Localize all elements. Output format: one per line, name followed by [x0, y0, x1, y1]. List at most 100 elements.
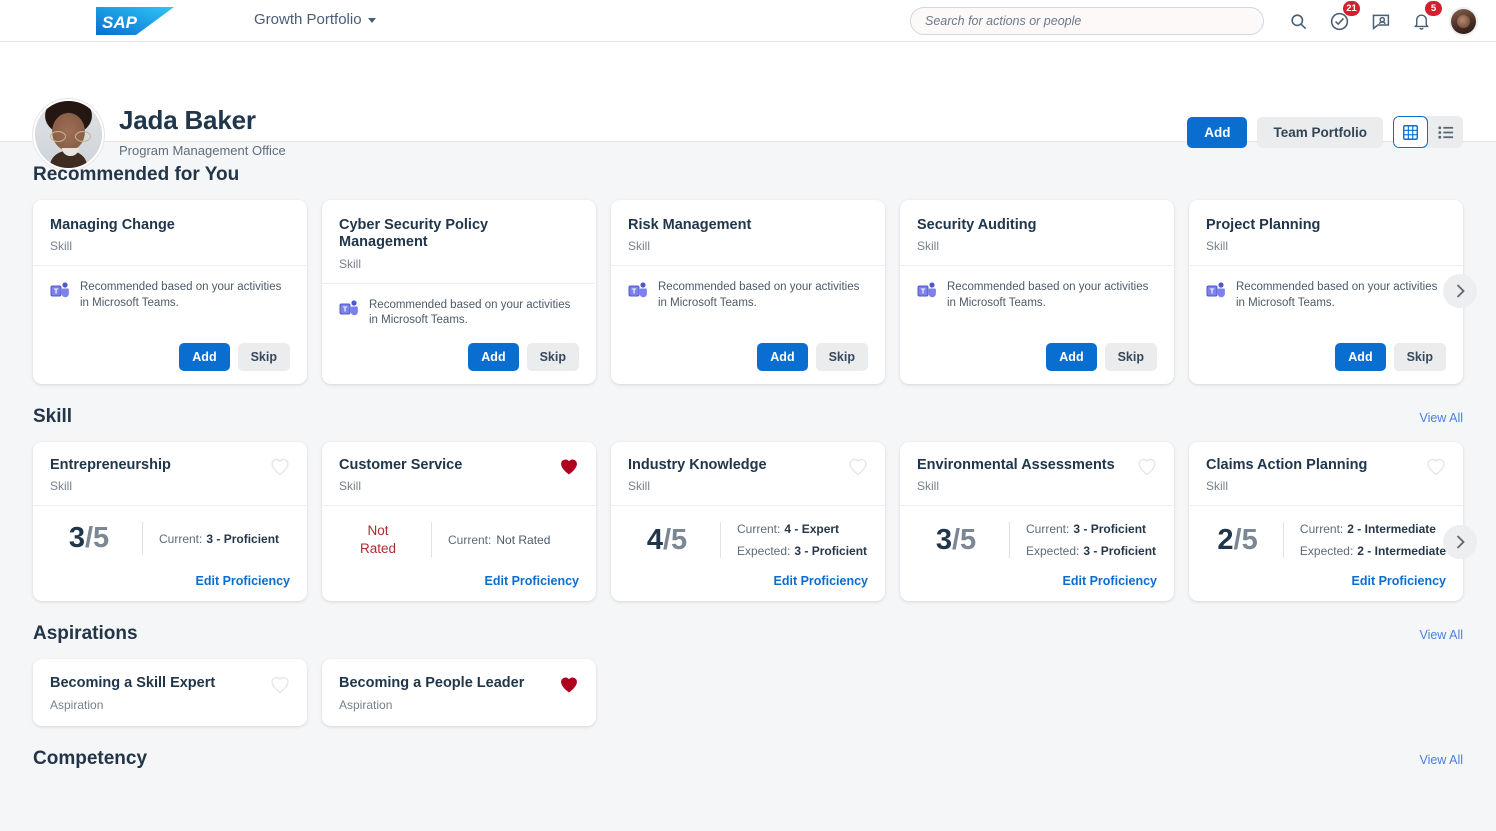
current-value: 4 - Expert: [784, 522, 840, 537]
heart-outline-icon[interactable]: [270, 457, 290, 476]
card-skip-button[interactable]: Skip: [815, 342, 868, 371]
mentor-chat-icon[interactable]: [1369, 10, 1391, 32]
skill-card[interactable]: Customer Service Skill Not Rated Current:…: [322, 441, 596, 602]
card-add-button[interactable]: Add: [179, 342, 230, 371]
aspiration-card[interactable]: Becoming a People Leader Aspiration: [322, 659, 596, 726]
proficiency-score: Not Rated: [339, 522, 431, 557]
current-label: Current:: [448, 532, 492, 547]
card-skip-button[interactable]: Skip: [237, 342, 290, 371]
search-input[interactable]: [910, 7, 1264, 35]
recommendation-card[interactable]: Cyber Security Policy Management Skill T…: [322, 200, 596, 384]
skill-card[interactable]: Environmental Assessments Skill 3/5 Curr…: [900, 441, 1174, 602]
card-skip-button[interactable]: Skip: [1393, 342, 1446, 371]
heart-outline-icon[interactable]: [1426, 457, 1446, 476]
aspiration-card[interactable]: Becoming a Skill Expert Aspiration: [33, 659, 307, 726]
skill-card[interactable]: Entrepreneurship Skill 3/5 Current: 3 - P…: [33, 441, 307, 602]
current-value: 3 - Proficient: [206, 531, 280, 546]
team-portfolio-button[interactable]: Team Portfolio: [1257, 116, 1383, 148]
proficiency-details: Current: 4 - Expert Expected: 3 - Proficie…: [721, 522, 867, 558]
expected-label: Expected:: [1299, 544, 1354, 559]
microsoft-teams-icon: T: [50, 282, 69, 298]
portfolio-dropdown[interactable]: Growth Portfolio: [254, 11, 376, 28]
card-title: Managing Change: [50, 217, 175, 233]
add-button[interactable]: Add: [1187, 116, 1248, 148]
profile-role: Program Management Office: [119, 143, 286, 158]
expected-value: 2 - Intermediate: [1357, 544, 1446, 559]
skill-title: Skill: [33, 405, 73, 427]
chevron-right-icon: [1456, 284, 1465, 298]
edit-proficiency-link[interactable]: Edit Proficiency: [339, 558, 579, 588]
card-skip-button[interactable]: Skip: [1104, 342, 1157, 371]
search-icon[interactable]: [1287, 10, 1309, 32]
skill-view-all-link[interactable]: View All: [1419, 411, 1463, 425]
notifications-bell-icon[interactable]: 5: [1410, 1, 1442, 32]
edit-proficiency-link[interactable]: Edit Proficiency: [917, 558, 1157, 588]
search-box[interactable]: [910, 7, 1264, 35]
card-body: T Recommended based on your activities i…: [1189, 266, 1463, 383]
edit-proficiency-link[interactable]: Edit Proficiency: [628, 558, 868, 588]
current-proficiency: Current: 3 - Proficient: [159, 532, 279, 546]
skill-next-arrow[interactable]: [1443, 524, 1477, 559]
current-proficiency: Current: 3 - Proficient: [1026, 522, 1156, 536]
card-skip-button[interactable]: Skip: [526, 342, 579, 371]
skill-card[interactable]: Industry Knowledge Skill 4/5 Current: 4 -…: [611, 441, 885, 602]
recommendation-card[interactable]: Project Planning Skill T Recommended bas…: [1189, 200, 1463, 384]
grid-view-button[interactable]: [1393, 116, 1428, 148]
svg-text:SAP: SAP: [102, 13, 138, 32]
edit-proficiency-link[interactable]: Edit Proficiency: [1206, 558, 1446, 588]
recommended-card-row: Managing Change Skill T Recommended base…: [33, 200, 1477, 384]
sap-logo[interactable]: SAP: [96, 6, 174, 36]
profile-header-actions: Add Team Portfolio: [1187, 116, 1463, 148]
current-proficiency: Current: Not Rated: [448, 533, 550, 547]
todo-check-icon[interactable]: 21: [1328, 1, 1360, 32]
heart-outline-icon[interactable]: [1137, 457, 1157, 476]
score-value: 2: [1217, 523, 1234, 556]
heart-outline-icon[interactable]: [848, 457, 868, 476]
card-add-button[interactable]: Add: [1046, 342, 1097, 371]
card-add-button[interactable]: Add: [757, 342, 808, 371]
svg-text:T: T: [921, 287, 926, 296]
profile-photo: [33, 99, 104, 170]
score-denominator: /5: [951, 523, 977, 556]
list-view-button[interactable]: [1428, 116, 1463, 148]
heart-outline-icon[interactable]: [270, 675, 290, 694]
recommendation-card[interactable]: Security Auditing Skill T Recommended ba…: [900, 200, 1174, 384]
heart-filled-icon[interactable]: [559, 457, 579, 476]
grid-icon: [1403, 124, 1418, 140]
card-title: Entrepreneurship: [50, 456, 171, 473]
recommended-section-header: Recommended for You: [33, 164, 1463, 186]
aspirations-view-all-link[interactable]: View All: [1419, 628, 1463, 642]
competency-view-all-link[interactable]: View All: [1419, 753, 1463, 767]
current-value: 2 - Intermediate: [1347, 522, 1436, 537]
card-subtitle: Skill: [339, 256, 362, 271]
proficiency-details: Current: 3 - Proficient: [143, 522, 279, 555]
proficiency-score: 3/5: [50, 522, 142, 555]
recommendation-reason: T Recommended based on your activities i…: [628, 280, 868, 311]
proficiency-score: 4/5: [628, 522, 720, 558]
recommendation-card[interactable]: Managing Change Skill T Recommended base…: [33, 200, 307, 384]
aspirations-section-header: Aspirations View All: [33, 623, 1463, 645]
expected-label: Expected:: [737, 544, 791, 559]
expected-label: Expected:: [1026, 544, 1080, 559]
skill-card[interactable]: Claims Action Planning Skill 2/5 Current…: [1189, 441, 1463, 602]
expected-proficiency: Expected: 3 - Proficient: [1026, 544, 1156, 558]
recommended-next-arrow[interactable]: [1443, 274, 1477, 308]
competency-section-header: Competency View All: [33, 748, 1463, 770]
current-label: Current:: [159, 531, 203, 546]
user-avatar-menu[interactable]: [1451, 8, 1476, 34]
recommendation-card[interactable]: Risk Management Skill T Recommended base…: [611, 200, 885, 384]
recommendation-reason: T Recommended based on your activities i…: [917, 280, 1157, 311]
score-denominator: /5: [1233, 523, 1258, 556]
heart-filled-icon[interactable]: [559, 675, 579, 694]
proficiency-details: Current: 3 - Proficient Expected: 3 - Prof…: [1010, 522, 1156, 558]
edit-proficiency-link[interactable]: Edit Proficiency: [50, 558, 290, 588]
svg-text:T: T: [1210, 287, 1215, 296]
card-add-button[interactable]: Add: [1335, 342, 1386, 371]
card-add-button[interactable]: Add: [468, 342, 519, 371]
card-subtitle: Skill: [628, 479, 651, 494]
card-subtitle: Skill: [50, 479, 73, 494]
card-header: Customer Service Skill: [322, 442, 596, 507]
card-header: Security Auditing Skill: [900, 200, 1174, 267]
recommendation-reason-text: Recommended based on your activities in …: [947, 281, 1149, 309]
recommendation-reason: T Recommended based on your activities i…: [339, 298, 579, 329]
